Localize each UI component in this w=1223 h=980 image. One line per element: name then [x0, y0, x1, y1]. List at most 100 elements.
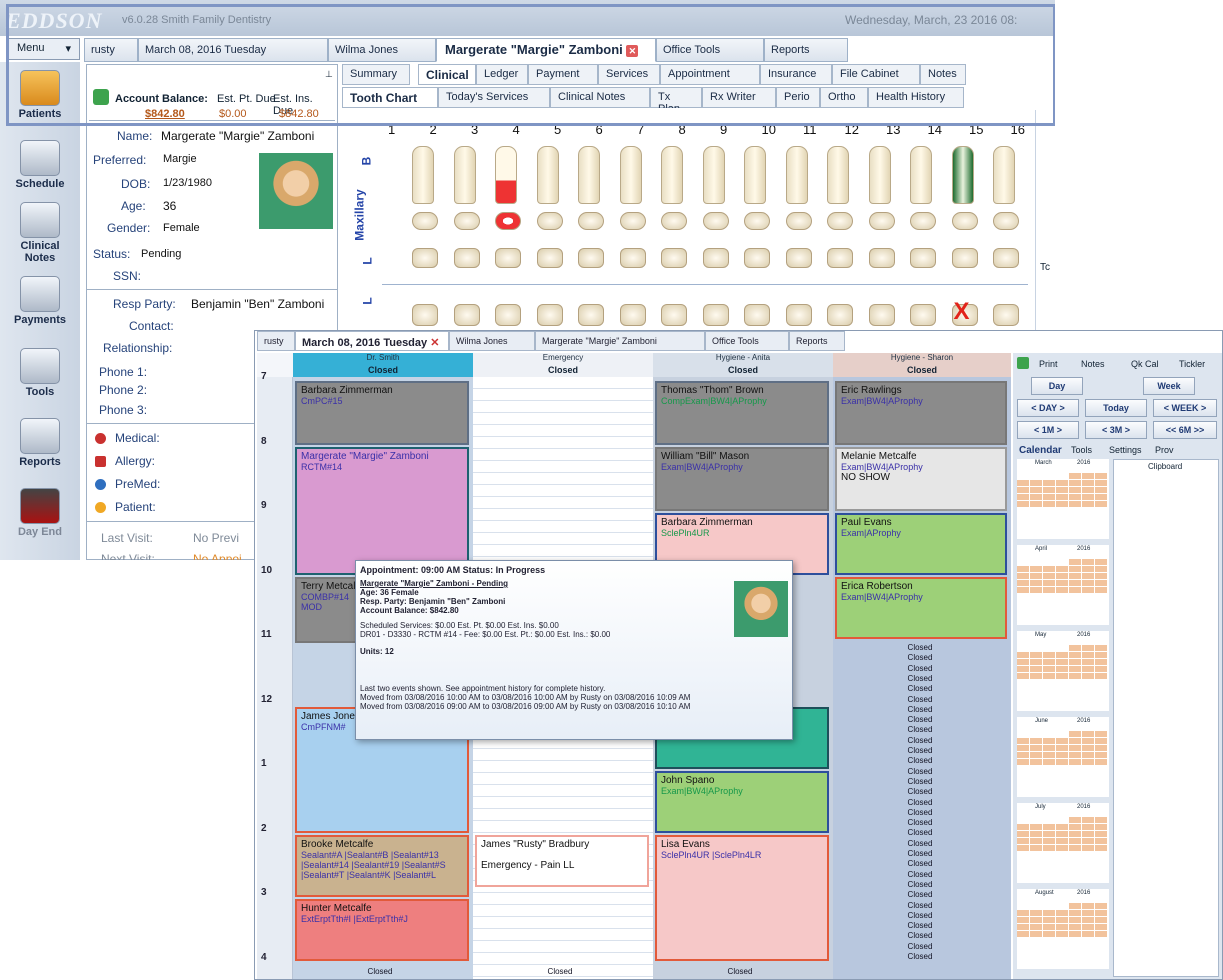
mini-calendar[interactable]: August 2016: [1017, 889, 1109, 969]
calendar-day[interactable]: [1069, 759, 1081, 765]
calendar-day[interactable]: [1056, 666, 1068, 672]
calendar-day[interactable]: [1082, 587, 1094, 593]
tooth-buccal[interactable]: [868, 146, 891, 204]
appointment-block[interactable]: Thomas "Thom" Brown CompExam|BW4|AProphy: [655, 381, 829, 445]
calendar-day[interactable]: [1030, 817, 1042, 823]
calendar-day[interactable]: [1069, 645, 1081, 651]
tooth-occlusal[interactable]: [744, 212, 770, 230]
calendar-day[interactable]: [1082, 731, 1094, 737]
calendar-day[interactable]: [1017, 731, 1029, 737]
calendar-day[interactable]: [1043, 559, 1055, 565]
calendar-day[interactable]: [1056, 838, 1068, 844]
tooth-buccal[interactable]: [910, 146, 932, 204]
calendar-day[interactable]: [1030, 759, 1042, 765]
calendar-day[interactable]: [1095, 659, 1107, 665]
calendar-day[interactable]: [1017, 501, 1029, 507]
calendar-day[interactable]: [1017, 587, 1029, 593]
calendar-day[interactable]: [1095, 652, 1107, 658]
calendar-day[interactable]: [1082, 480, 1094, 486]
calendar-day[interactable]: [1017, 559, 1029, 565]
calendar-day[interactable]: [1030, 738, 1042, 744]
calendar-day[interactable]: [1017, 838, 1029, 844]
calendar-day[interactable]: [1030, 652, 1042, 658]
tab-tools[interactable]: Tools: [1071, 445, 1092, 455]
sidebar-item-day-end[interactable]: Day End: [0, 488, 80, 538]
calendar-day[interactable]: [1030, 501, 1042, 507]
calendar-day[interactable]: [1082, 845, 1094, 851]
calendar-day[interactable]: [1095, 666, 1107, 672]
calendar-day[interactable]: [1069, 559, 1081, 565]
calendar-day[interactable]: [1056, 480, 1068, 486]
tooth-occlusal[interactable]: [536, 212, 563, 230]
calendar-day[interactable]: [1056, 559, 1068, 565]
calendar-day[interactable]: [1017, 738, 1029, 744]
mini-calendar[interactable]: April 2016: [1017, 545, 1109, 625]
calendar-day[interactable]: [1043, 731, 1055, 737]
tooth-occlusal[interactable]: [785, 212, 812, 230]
tooth-buccal[interactable]: [536, 146, 559, 204]
notes-button[interactable]: Notes: [1081, 359, 1105, 369]
calendar-day[interactable]: [1056, 910, 1068, 916]
calendar-day[interactable]: [1069, 738, 1081, 744]
tickler-button[interactable]: Tickler: [1179, 359, 1205, 369]
calendar-day[interactable]: [1056, 731, 1068, 737]
calendar-day[interactable]: [1030, 924, 1042, 930]
calendar-day[interactable]: [1082, 573, 1094, 579]
sidebar-item-reports[interactable]: Reports: [0, 418, 80, 468]
calendar-day[interactable]: [1069, 903, 1081, 909]
calendar-day[interactable]: [1095, 573, 1107, 579]
calendar-day[interactable]: [1082, 501, 1094, 507]
tooth-lingual[interactable]: [827, 248, 853, 268]
calendar-day[interactable]: [1030, 838, 1042, 844]
calendar-day[interactable]: [1043, 580, 1055, 586]
refresh-icon[interactable]: [1017, 357, 1029, 369]
calendar-day[interactable]: [1095, 924, 1107, 930]
tooth-buccal[interactable]: [453, 146, 476, 204]
calendar-day[interactable]: [1082, 645, 1094, 651]
calendar-day[interactable]: [1056, 752, 1068, 758]
calendar-day[interactable]: [1017, 759, 1029, 765]
appointment-block[interactable]: Barbara Zimmerman CmPC#15: [295, 381, 469, 445]
appointment-block[interactable]: John Spano Exam|BW4|AProphy: [655, 771, 829, 833]
tooth-mandibular[interactable]: [495, 304, 521, 326]
close-icon[interactable]: ✕: [430, 337, 439, 349]
calendar-day[interactable]: [1069, 845, 1081, 851]
calendar-day[interactable]: [1095, 487, 1107, 493]
calendar-day[interactable]: [1043, 903, 1055, 909]
calendar-day[interactable]: [1056, 501, 1068, 507]
calendar-day[interactable]: [1069, 494, 1081, 500]
tooth-occlusal[interactable]: [951, 212, 978, 230]
calendar-day[interactable]: [1030, 910, 1042, 916]
appointment-block[interactable]: Hunter Metcalfe ExtErptTth#I |ExtErptTth#…: [295, 899, 469, 961]
tab-prov[interactable]: Prov: [1155, 445, 1174, 455]
calendar-day[interactable]: [1030, 573, 1042, 579]
calendar-day[interactable]: [1082, 903, 1094, 909]
calendar-day[interactable]: [1017, 652, 1029, 658]
calendar-day[interactable]: [1082, 580, 1094, 586]
tooth-mandibular[interactable]: [993, 304, 1019, 326]
calendar-day[interactable]: [1069, 480, 1081, 486]
tooth-lingual[interactable]: [412, 248, 438, 268]
calendar-day[interactable]: [1056, 652, 1068, 658]
calendar-day[interactable]: [1069, 673, 1081, 679]
calendar-day[interactable]: [1043, 817, 1055, 823]
tooth-mandibular[interactable]: [661, 304, 687, 326]
mini-calendar[interactable]: June 2016: [1017, 717, 1109, 797]
calendar-day[interactable]: [1043, 587, 1055, 593]
calendar-day[interactable]: [1017, 566, 1029, 572]
calendar-day[interactable]: [1056, 494, 1068, 500]
calendar-day[interactable]: [1030, 580, 1042, 586]
calendar-day[interactable]: [1056, 473, 1068, 479]
calendar-day[interactable]: [1082, 745, 1094, 751]
calendar-day[interactable]: [1017, 824, 1029, 830]
sidebar-item-tools[interactable]: Tools: [0, 348, 80, 398]
sidebar-item-clinical-notes[interactable]: Clinical Notes: [0, 202, 80, 264]
calendar-day[interactable]: [1056, 673, 1068, 679]
calendar-day[interactable]: [1017, 480, 1029, 486]
calendar-day[interactable]: [1056, 745, 1068, 751]
calendar-day[interactable]: [1056, 824, 1068, 830]
allergy-label[interactable]: Allergy:: [115, 454, 155, 468]
tooth-mandibular[interactable]: [744, 304, 770, 326]
mini-calendar[interactable]: May 2016: [1017, 631, 1109, 711]
calendar-day[interactable]: [1056, 817, 1068, 823]
